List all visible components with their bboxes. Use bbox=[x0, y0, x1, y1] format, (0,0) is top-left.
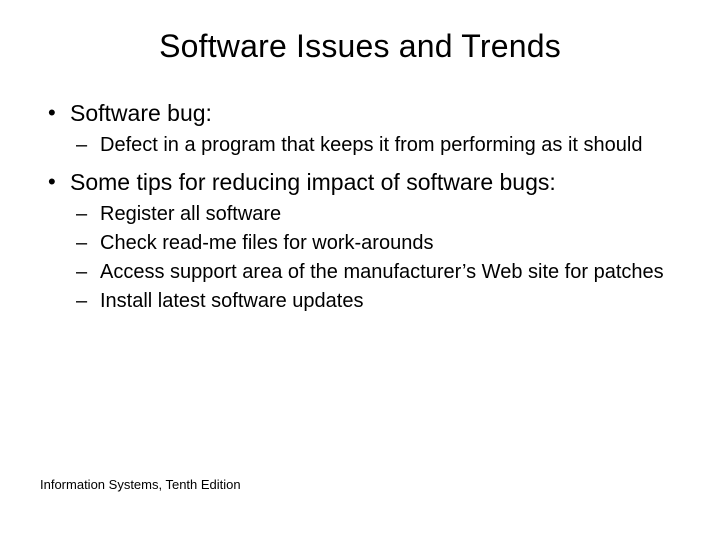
bullet-item: Some tips for reducing impact of softwar… bbox=[40, 168, 680, 314]
sub-bullet-item: Install latest software updates bbox=[70, 288, 680, 314]
slide-footer: Information Systems, Tenth Edition bbox=[40, 477, 241, 492]
bullet-list: Software bug: Defect in a program that k… bbox=[40, 99, 680, 314]
sub-bullet-item: Register all software bbox=[70, 201, 680, 227]
slide: Software Issues and Trends Software bug:… bbox=[0, 0, 720, 540]
bullet-item: Software bug: Defect in a program that k… bbox=[40, 99, 680, 158]
sub-bullet-list: Register all software Check read-me file… bbox=[70, 201, 680, 314]
slide-title: Software Issues and Trends bbox=[40, 28, 680, 65]
sub-bullet-item: Defect in a program that keeps it from p… bbox=[70, 132, 680, 158]
sub-bullet-item: Access support area of the manufacturer’… bbox=[70, 259, 680, 285]
bullet-text: Some tips for reducing impact of softwar… bbox=[70, 169, 556, 195]
sub-bullet-item: Check read-me files for work-arounds bbox=[70, 230, 680, 256]
sub-bullet-list: Defect in a program that keeps it from p… bbox=[70, 132, 680, 158]
bullet-text: Software bug: bbox=[70, 100, 212, 126]
